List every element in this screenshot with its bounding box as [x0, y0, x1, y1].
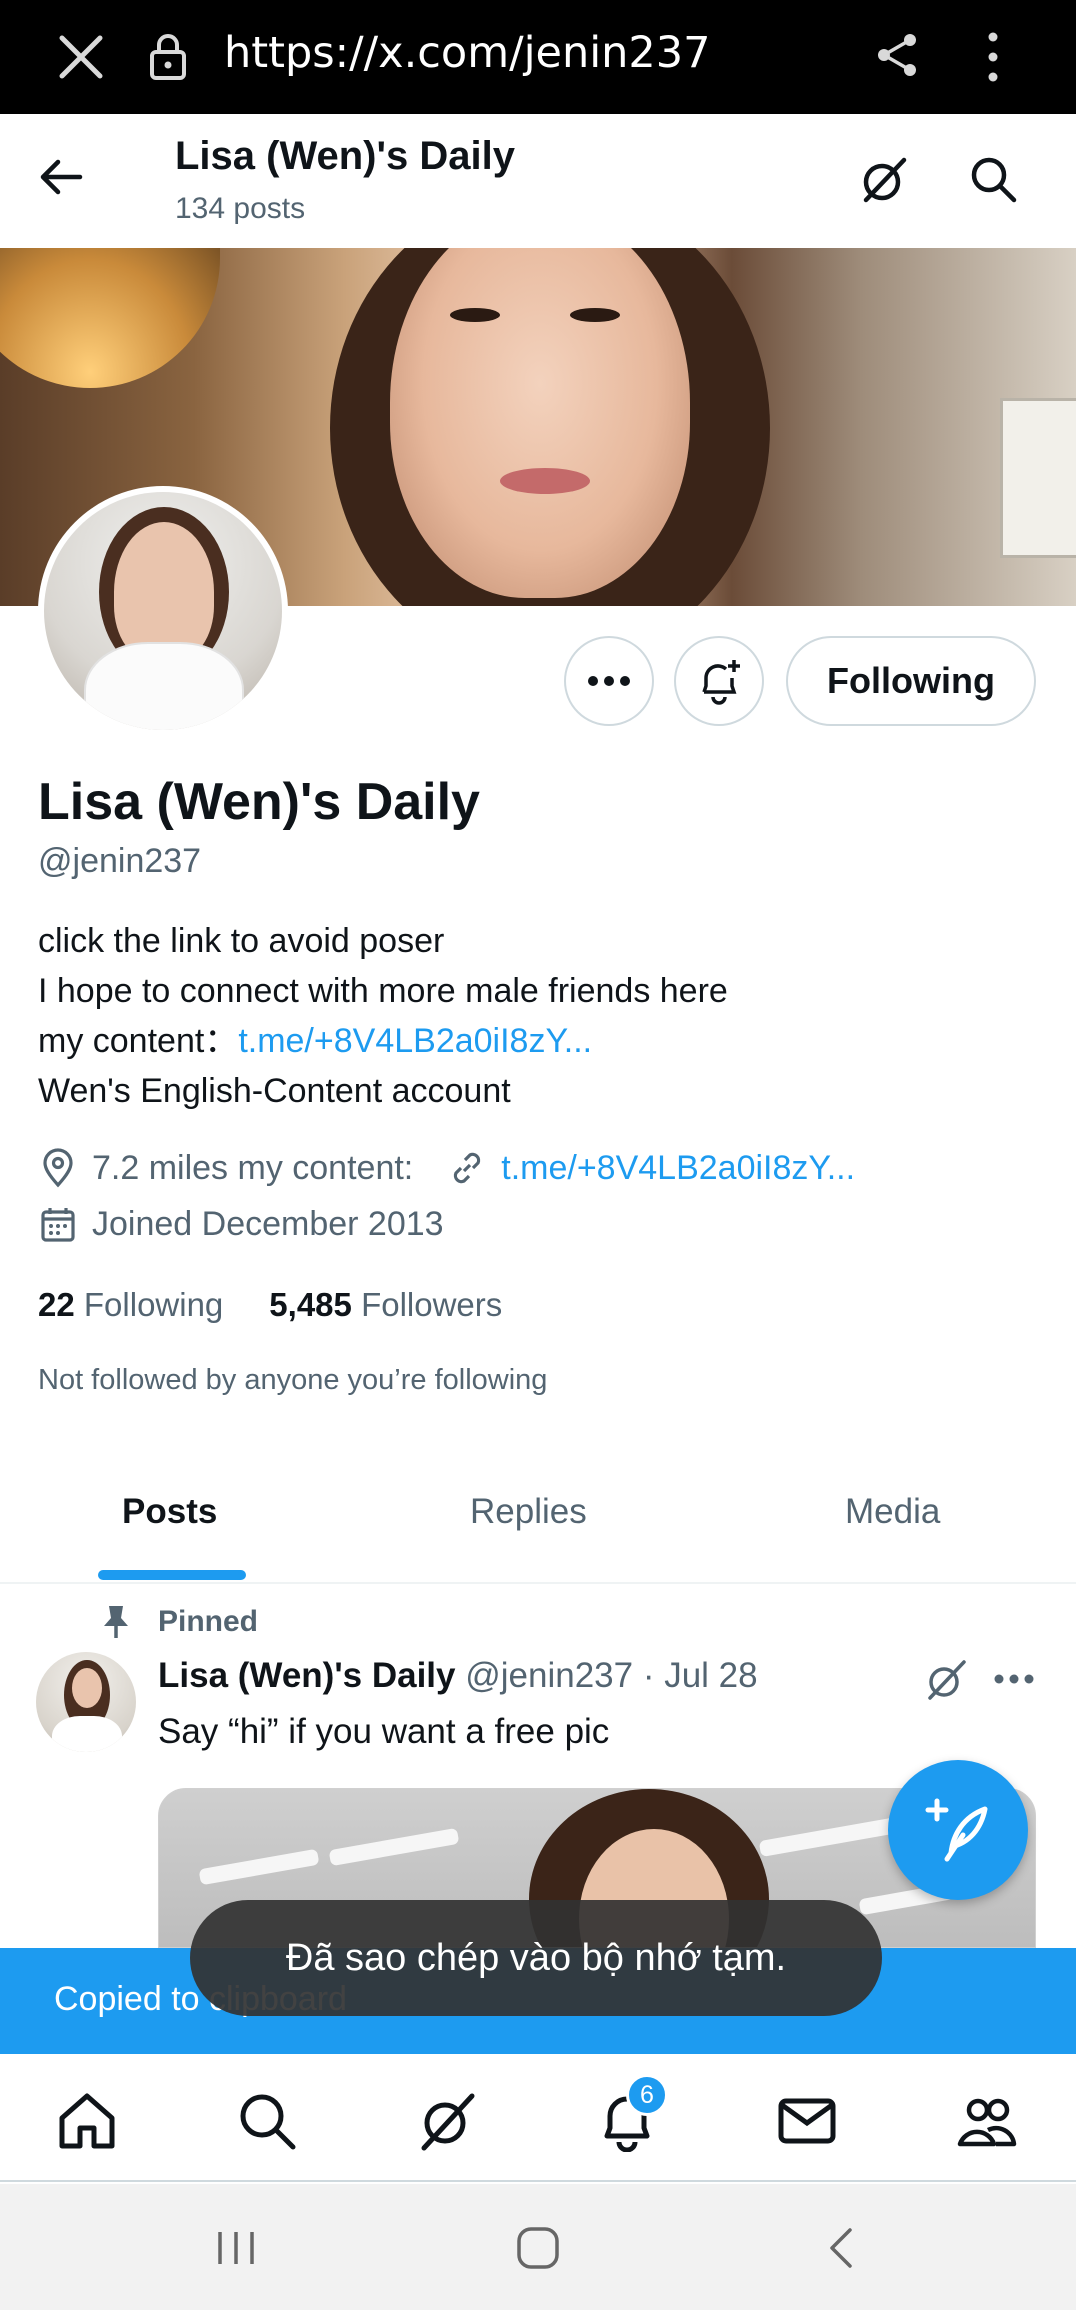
- avatar-face: [114, 522, 214, 662]
- bio-link[interactable]: t.me/+8V4LB2a0iI8zY...: [238, 1022, 592, 1060]
- search-icon[interactable]: [236, 2090, 298, 2152]
- pinned-text: Pinned: [158, 1605, 259, 1638]
- compose-post-button[interactable]: [888, 1760, 1028, 1900]
- follow-stats: 22 Following 5,485 Followers: [38, 1286, 502, 1324]
- banner-whiteboard: [1000, 398, 1076, 558]
- profile-bio: click the link to avoid poser I hope to …: [38, 916, 728, 1116]
- followers-stat[interactable]: 5,485 Followers: [269, 1286, 502, 1323]
- following-label: Following: [83, 1286, 224, 1323]
- bio-content-label: my content：: [38, 1022, 239, 1060]
- profile-header-bar: Lisa (Wen)'s Daily 134 posts: [0, 114, 1076, 248]
- pin-icon: [104, 1606, 128, 1638]
- active-tab-indicator: [98, 1570, 246, 1580]
- ceiling-light: [328, 1827, 460, 1867]
- bio-line: click the link to avoid poser: [38, 922, 445, 960]
- grok-icon[interactable]: [858, 154, 910, 206]
- post-author-handle-date[interactable]: @jenin237 · Jul 28: [465, 1656, 757, 1695]
- bio-line: my content：t.me/+8V4LB2a0iI8zY...: [38, 1016, 728, 1066]
- post-author-name[interactable]: Lisa (Wen)'s Daily: [158, 1656, 455, 1695]
- banner-eye: [570, 308, 620, 322]
- more-options-button[interactable]: [564, 636, 654, 726]
- bottom-navigation: 6: [0, 2054, 1076, 2182]
- tab-posts[interactable]: Posts: [122, 1492, 217, 1532]
- bio-line: I hope to connect with more male friends…: [38, 972, 728, 1010]
- followers-label: Followers: [361, 1286, 503, 1323]
- location-pin-icon: [43, 1148, 73, 1188]
- tab-media[interactable]: Media: [845, 1492, 940, 1532]
- notification-badge: 6: [626, 2074, 668, 2116]
- following-button[interactable]: Following: [786, 636, 1036, 726]
- pinned-label: Pinned: [100, 1604, 258, 1640]
- website-link[interactable]: t.me/+8V4LB2a0iI8zY...: [501, 1149, 855, 1188]
- tab-replies[interactable]: Replies: [470, 1492, 587, 1532]
- feather-plus-icon: [925, 1798, 988, 1862]
- bell-plus-icon: [702, 660, 740, 705]
- search-icon[interactable]: [968, 154, 1018, 204]
- profile-meta-location: 7.2 miles my content: t.me/+8V4LB2a0iI8z…: [38, 1148, 855, 1188]
- avatar-dress: [84, 642, 244, 730]
- post-text: Say “hi” if you want a free pic: [158, 1712, 610, 1751]
- header-title: Lisa (Wen)'s Daily: [175, 134, 515, 178]
- following-stat[interactable]: 22 Following: [38, 1286, 223, 1323]
- lock-icon: [150, 34, 186, 80]
- following-count: 22: [38, 1286, 75, 1323]
- location-text: 7.2 miles my content:: [92, 1148, 414, 1187]
- calendar-icon: [41, 1208, 75, 1242]
- profile-handle: @jenin237: [38, 842, 202, 880]
- post-avatar-face: [72, 1668, 102, 1708]
- home-button-icon[interactable]: [514, 2224, 562, 2272]
- post-header: Lisa (Wen)'s Daily @jenin237 · Jul 28: [158, 1656, 758, 1696]
- system-toast: Đã sao chép vào bộ nhớ tạm.: [190, 1900, 882, 2016]
- ceiling-light: [758, 1816, 900, 1858]
- not-followed-notice: Not followed by anyone you’re following: [38, 1364, 548, 1396]
- followers-count: 5,485: [269, 1286, 352, 1323]
- link-icon: [454, 1152, 481, 1184]
- profile-avatar[interactable]: [38, 486, 288, 736]
- banner-face: [390, 248, 690, 598]
- banner-lips: [500, 468, 590, 494]
- more-horizontal-icon[interactable]: [992, 1664, 1036, 1694]
- url-text[interactable]: https://x.com/jenin237: [224, 28, 711, 78]
- more-horizontal-icon: [588, 676, 630, 686]
- joined-text: Joined December 2013: [92, 1204, 444, 1243]
- post-count: 134 posts: [175, 192, 306, 225]
- home-icon[interactable]: [56, 2090, 118, 2152]
- messages-icon[interactable]: [776, 2090, 838, 2152]
- back-button-icon[interactable]: [826, 2226, 856, 2270]
- ceiling-light: [198, 1848, 320, 1886]
- display-name: Lisa (Wen)'s Daily: [38, 773, 480, 831]
- post-avatar-dress: [52, 1716, 122, 1752]
- post-author-avatar[interactable]: [36, 1652, 136, 1752]
- profile-meta-joined: Joined December 2013: [38, 1204, 444, 1244]
- back-arrow-icon[interactable]: [38, 154, 84, 200]
- grok-icon[interactable]: [924, 1658, 968, 1702]
- browser-bar: https://x.com/jenin237: [0, 0, 1076, 114]
- banner-eye: [450, 308, 500, 322]
- banner-lamp: [0, 248, 220, 388]
- profile-tabs: Posts Replies Media: [0, 1452, 1076, 1584]
- close-icon[interactable]: [54, 30, 108, 84]
- share-icon[interactable]: [872, 30, 922, 80]
- grok-icon[interactable]: [416, 2090, 478, 2152]
- system-navigation-bar: [0, 2184, 1076, 2310]
- avatar-image: [44, 492, 282, 730]
- kebab-menu-icon[interactable]: [978, 28, 1008, 86]
- communities-icon[interactable]: [956, 2090, 1018, 2152]
- bio-line: Wen's English-Content account: [38, 1072, 511, 1110]
- notify-button[interactable]: [674, 636, 764, 726]
- recent-apps-icon[interactable]: [214, 2228, 258, 2268]
